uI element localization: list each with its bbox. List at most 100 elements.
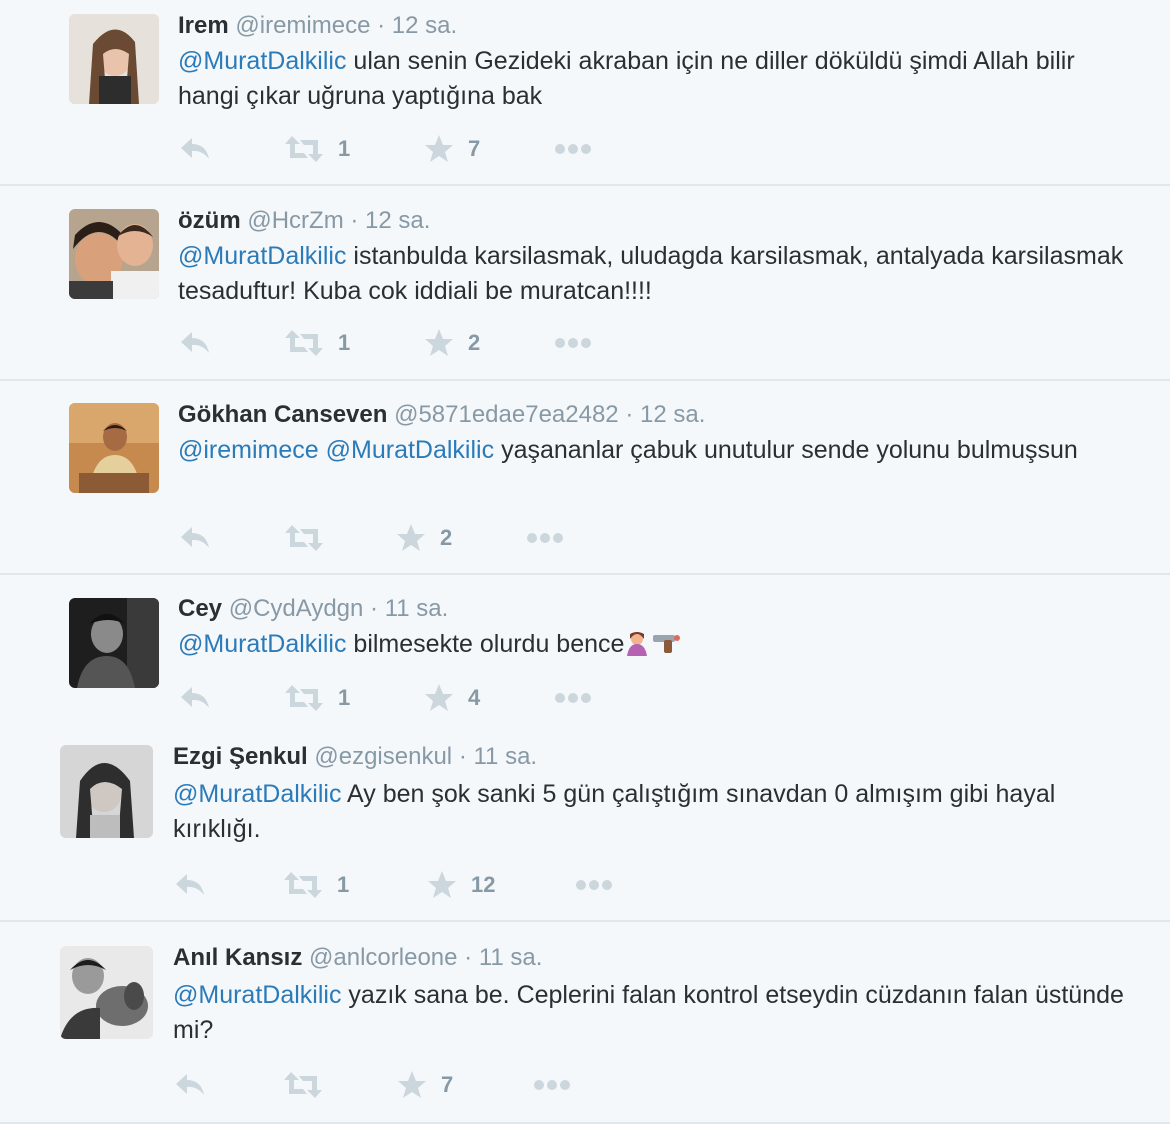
avatar[interactable]: [69, 598, 159, 688]
more-button[interactable]: [526, 521, 564, 555]
reply-icon: [176, 874, 204, 895]
author-handle[interactable]: @iremimece: [235, 12, 370, 39]
emoji-woman-gesturing-icon: [624, 630, 650, 666]
author-handle[interactable]: @ezgisenkul: [314, 743, 452, 770]
favorite-button[interactable]: 4: [424, 681, 480, 715]
timestamp[interactable]: 12 sa.: [640, 401, 705, 428]
author-handle[interactable]: @anlcorleone: [309, 944, 457, 971]
more-icon: [555, 144, 591, 154]
retweet-button[interactable]: 1: [284, 132, 350, 166]
star-icon: [428, 871, 456, 898]
retweet-icon: [284, 1072, 322, 1098]
tweet-actions: 1 4: [178, 681, 628, 715]
favorite-count: 7: [441, 1072, 454, 1097]
favorite-count: 4: [468, 685, 481, 710]
tweet: Gökhan Canseven @5871edae7ea2482 · 12 sa…: [0, 381, 1170, 575]
timestamp[interactable]: 12 sa.: [365, 207, 430, 234]
reply-button[interactable]: [178, 681, 212, 715]
avatar[interactable]: [60, 745, 153, 838]
reply-button[interactable]: [173, 1068, 207, 1102]
retweet-button[interactable]: 1: [284, 326, 350, 360]
star-icon: [398, 1071, 426, 1098]
favorite-button[interactable]: 2: [396, 521, 452, 555]
reply-button[interactable]: [178, 132, 212, 166]
timestamp[interactable]: 12 sa.: [392, 12, 457, 39]
author-handle[interactable]: @CydAydgn: [229, 595, 364, 622]
mention-link[interactable]: @MuratDalkilic: [173, 981, 341, 1009]
more-button[interactable]: [533, 1068, 571, 1102]
favorite-count: 2: [440, 525, 453, 550]
separator-dot: ·: [377, 12, 386, 39]
tweet: özüm @HcrZm · 12 sa. @MuratDalkilic ista…: [0, 186, 1170, 381]
avatar[interactable]: [69, 14, 159, 104]
retweet-button[interactable]: 1: [283, 868, 349, 902]
mention-link[interactable]: @MuratDalkilic: [178, 242, 346, 270]
retweet-icon: [285, 525, 323, 551]
favorite-button[interactable]: 12: [427, 868, 495, 902]
favorite-button[interactable]: 2: [424, 326, 480, 360]
more-button[interactable]: [554, 326, 592, 360]
tweet-text: @MuratDalkilic Ay ben şok sanki 5 gün ça…: [173, 777, 1103, 847]
favorite-button[interactable]: 7: [397, 1068, 453, 1102]
author-name[interactable]: Anıl Kansız: [173, 944, 302, 971]
mention-link[interactable]: @iremimece: [178, 436, 319, 464]
star-icon: [425, 684, 453, 711]
retweet-icon: [285, 685, 323, 711]
tweet-actions: 1 7: [178, 132, 628, 166]
tweet-actions: 7: [173, 1068, 633, 1102]
retweet-icon: [285, 136, 323, 162]
author-handle[interactable]: @HcrZm: [247, 207, 343, 234]
more-icon: [534, 1080, 570, 1090]
tweet-text: @MuratDalkilic istanbulda karsilasmak, u…: [178, 239, 1138, 309]
tweet-text: @MuratDalkilic bilmesekte olurdu bence: [178, 627, 1138, 666]
avatar[interactable]: [60, 946, 153, 1039]
mention-link[interactable]: @MuratDalkilic: [178, 47, 346, 75]
author-name[interactable]: Irem: [178, 12, 229, 39]
separator-dot: ·: [625, 401, 634, 428]
separator-dot: ·: [350, 207, 359, 234]
retweet-button[interactable]: [283, 1068, 323, 1102]
retweet-count: 1: [338, 330, 351, 355]
retweet-button[interactable]: [284, 521, 324, 555]
more-icon: [527, 533, 563, 543]
reply-button[interactable]: [178, 326, 212, 360]
author-name[interactable]: özüm: [178, 207, 241, 234]
author-handle[interactable]: @5871edae7ea2482: [394, 401, 619, 428]
more-button[interactable]: [554, 132, 592, 166]
author-name[interactable]: Gökhan Canseven: [178, 401, 387, 428]
more-button[interactable]: [575, 868, 613, 902]
retweet-count: 1: [337, 872, 350, 897]
tweet: Anıl Kansız @anlcorleone · 11 sa. @Murat…: [0, 922, 1170, 1124]
avatar[interactable]: [69, 403, 159, 493]
more-icon: [555, 338, 591, 348]
tweet-actions: 1 12: [173, 868, 633, 902]
author-name[interactable]: Cey: [178, 595, 222, 622]
reply-icon: [181, 332, 209, 353]
mention-link[interactable]: @MuratDalkilic: [178, 630, 346, 658]
author-name[interactable]: Ezgi Şenkul: [173, 743, 308, 770]
reply-button[interactable]: [173, 868, 207, 902]
retweet-count: 1: [338, 685, 351, 710]
star-icon: [425, 135, 453, 162]
timestamp[interactable]: 11 sa.: [473, 743, 537, 770]
timestamp[interactable]: 11 sa.: [385, 595, 449, 622]
tweet-body: yaşananlar çabuk unutulur sende yolunu b…: [501, 436, 1078, 464]
favorite-count: 12: [471, 872, 496, 897]
retweet-icon: [285, 330, 323, 356]
separator-dot: ·: [458, 743, 467, 770]
timestamp[interactable]: 11 sa.: [479, 944, 543, 971]
star-icon: [397, 524, 425, 551]
favorite-button[interactable]: 7: [424, 132, 480, 166]
avatar[interactable]: [69, 209, 159, 299]
separator-dot: ·: [464, 944, 473, 971]
more-icon: [576, 880, 612, 890]
reply-icon: [181, 527, 209, 548]
reply-button[interactable]: [178, 521, 212, 555]
mention-link[interactable]: @MuratDalkilic: [326, 436, 494, 464]
tweet-text: @MuratDalkilic ulan senin Gezideki akrab…: [178, 44, 1138, 114]
reply-icon: [176, 1074, 204, 1095]
retweet-button[interactable]: 1: [284, 681, 350, 715]
mention-link[interactable]: @MuratDalkilic: [173, 780, 341, 808]
more-button[interactable]: [554, 681, 592, 715]
reply-icon: [181, 687, 209, 708]
